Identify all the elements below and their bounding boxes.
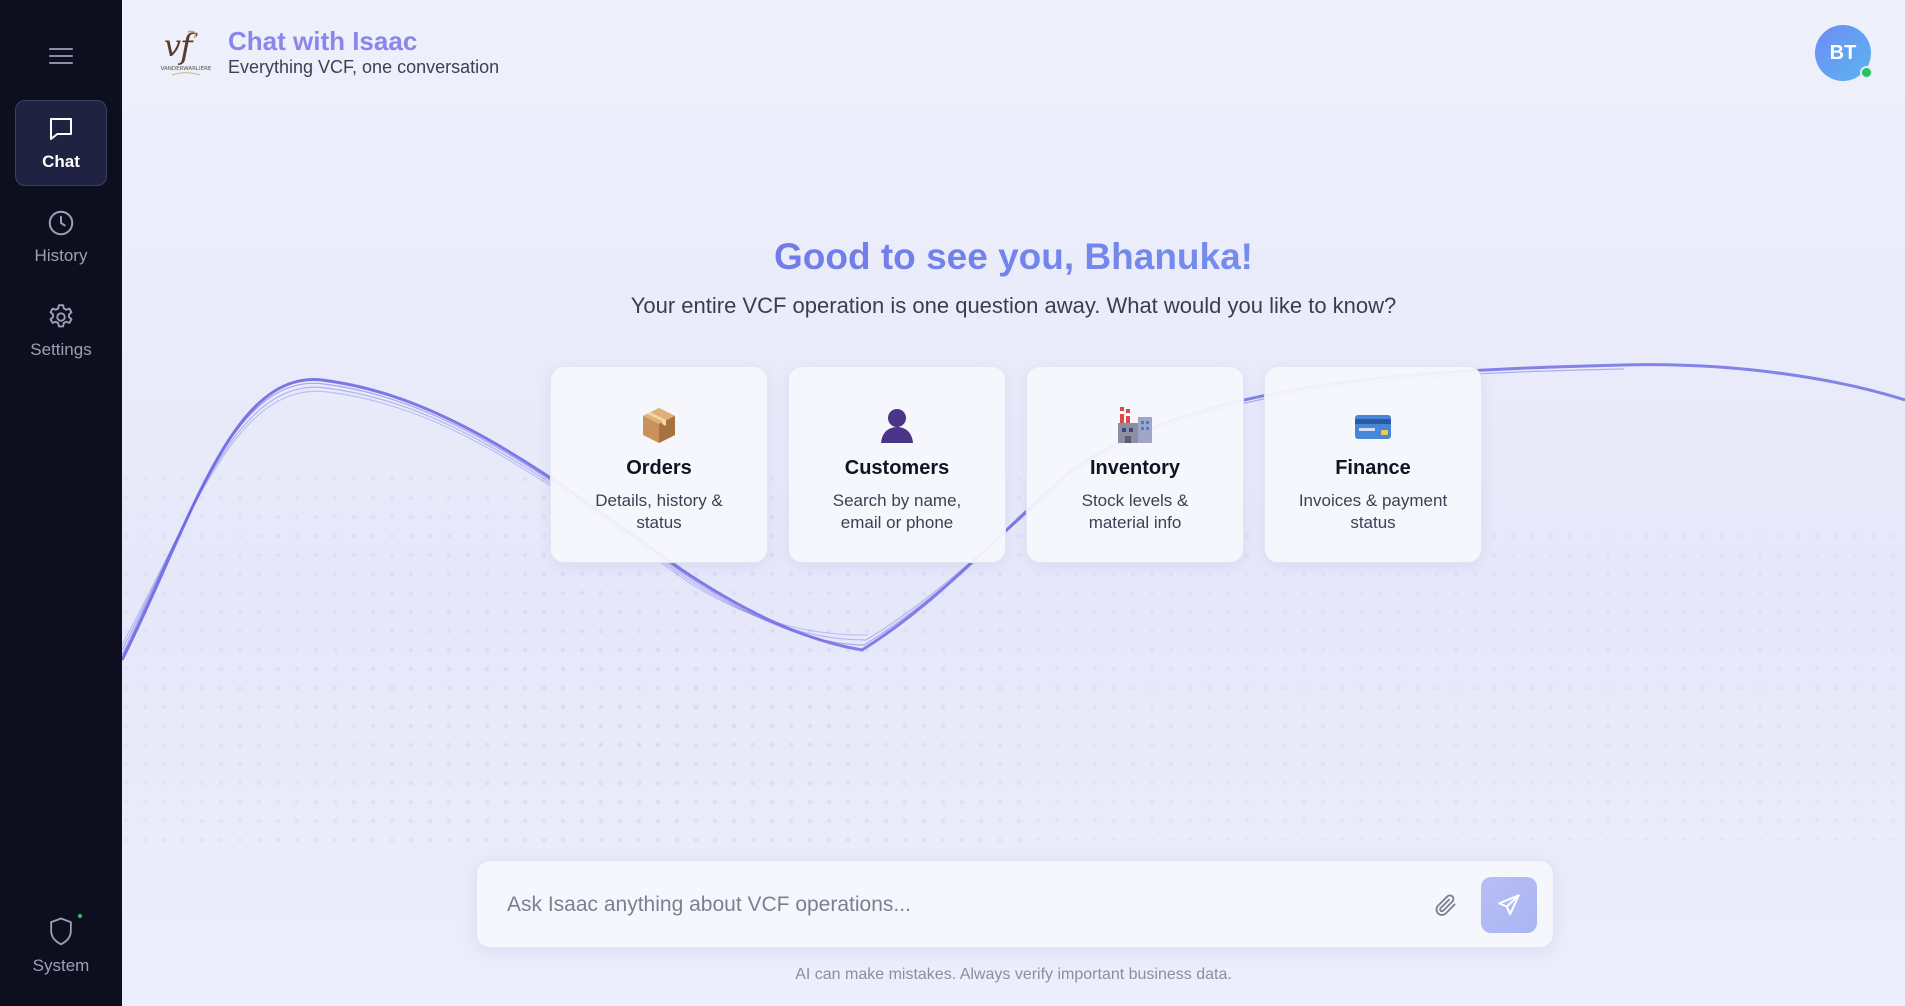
sidebar-item-history[interactable]: History [15,194,107,280]
message-input[interactable] [507,861,1407,949]
greeting-subtitle: Your entire VCF operation is one questio… [630,293,1397,318]
page-subtitle: Everything VCF, one conversation [228,57,500,77]
ai-disclaimer: AI can make mistakes. Always verify impo… [795,966,1232,983]
card-description: Stock levels & material info [1081,491,1189,532]
svg-text:v: v [164,29,181,64]
sidebar-item-label: History [34,246,88,265]
sidebar: Chat History Settings System [0,0,122,1006]
user-avatar[interactable]: BT [1815,25,1873,81]
avatar-initials: BT [1829,41,1857,64]
greeting-heading: Good to see you, Bhanuka! [122,236,1905,278]
company-logo: v f VANDERWARLIERE [161,27,212,76]
card-description: Search by name, email or phone [832,491,962,532]
sidebar-item-chat[interactable]: Chat [15,100,107,186]
paperclip-icon [1435,894,1456,916]
card-orders[interactable]: Orders Details, history & status [550,366,768,563]
quick-action-cards: Orders Details, history & status Custome… [550,366,1482,563]
message-composer [476,860,1554,949]
card-title: Finance [1335,457,1411,479]
sidebar-item-label: Chat [42,152,80,171]
hamburger-icon [49,48,73,64]
send-button[interactable] [1481,877,1537,933]
card-description: Details, history & status [595,491,723,532]
shield-icon [46,914,82,948]
page-title: Chat with Isaac [228,26,418,56]
system-label: System [32,956,90,975]
package-icon [643,408,675,443]
card-customers[interactable]: Customers Search by name, email or phone [788,366,1006,563]
header: v f VANDERWARLIERE Chat with Isaac Every… [158,26,500,78]
card-title: Inventory [1089,457,1181,479]
status-dot [78,914,82,918]
clock-icon [48,210,74,236]
gear-icon [49,304,73,328]
send-icon [1498,894,1520,916]
sidebar-item-label: Settings [30,340,92,359]
person-icon [881,409,913,443]
system-status[interactable]: System [0,914,122,976]
chat-bubble-icon [50,118,72,140]
card-inventory[interactable]: Inventory Stock levels & material info [1026,366,1244,563]
card-title: Customers [844,457,950,479]
svg-text:VANDERWARLIERE: VANDERWARLIERE [161,66,212,72]
sidebar-item-settings[interactable]: Settings [15,288,107,374]
card-title: Orders [626,457,692,479]
credit-card-icon [1355,415,1391,439]
card-finance[interactable]: Finance Invoices & payment status [1264,366,1482,563]
main-area: v f VANDERWARLIERE Chat with Isaac Every… [122,0,1905,1006]
attach-button[interactable] [1431,890,1461,920]
menu-button[interactable] [43,42,79,70]
factory-icon [1118,407,1152,443]
online-status-dot [1860,66,1873,79]
card-description: Invoices & payment status [1298,491,1448,532]
